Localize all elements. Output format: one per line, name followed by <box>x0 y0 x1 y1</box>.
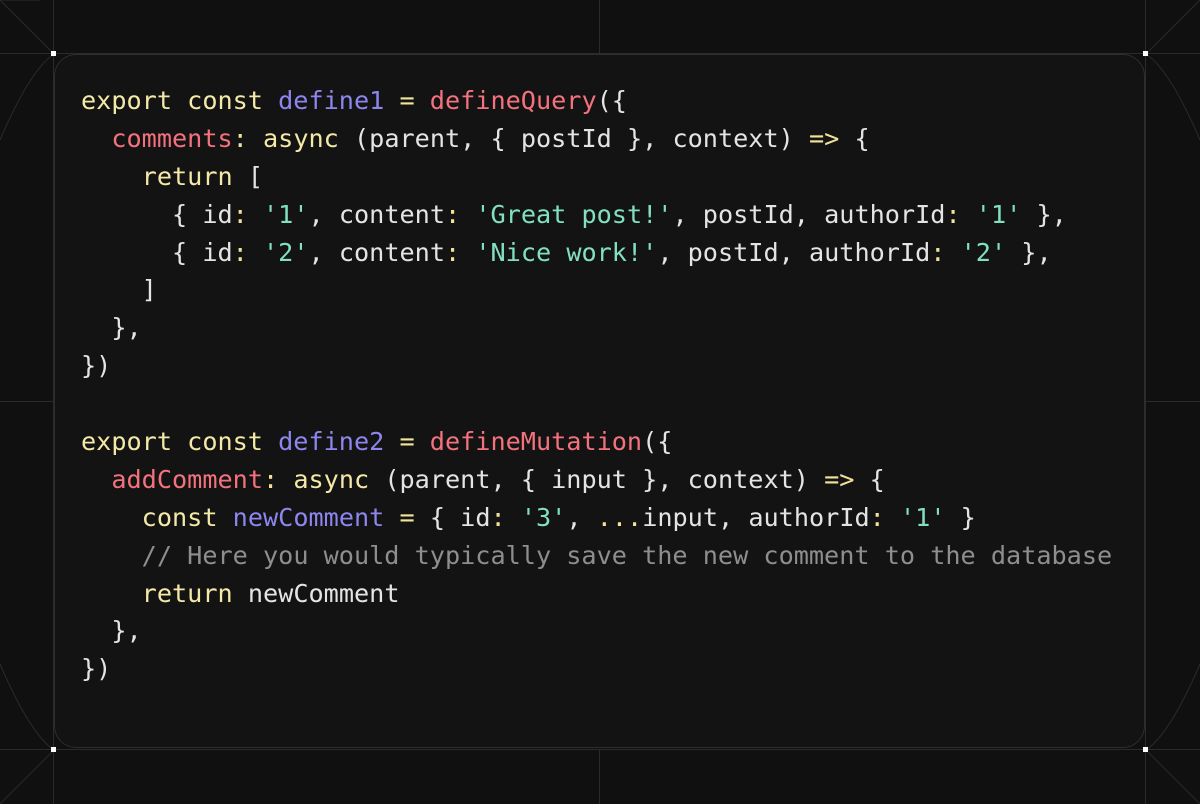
string-token: 'Great post!' <box>475 199 673 229</box>
code-line: return newComment <box>81 575 1112 613</box>
property-token: addComment <box>111 464 263 494</box>
string-token: '1' <box>900 502 946 532</box>
code-line: }, <box>81 612 1112 650</box>
string-token: '2' <box>960 237 1007 267</box>
code-text: } <box>945 502 976 532</box>
operator-token: ... <box>596 502 643 532</box>
code-text: }, <box>1006 237 1052 267</box>
code-text: { id <box>81 199 233 229</box>
operator-token: : <box>232 123 264 153</box>
operator-token: : <box>444 237 476 267</box>
code-line: }) <box>81 650 1112 688</box>
code-line: }, <box>81 309 1112 347</box>
code-text: }) <box>81 351 112 381</box>
code-line: return [ <box>81 158 1112 196</box>
operator-token: : <box>945 199 976 229</box>
keyword-token: async <box>263 123 339 153</box>
corner-marker-bottom-left <box>51 747 56 752</box>
punctuation-token: ({ <box>596 86 627 115</box>
string-token: '1' <box>975 199 1022 229</box>
function-name-token: defineQuery <box>429 86 597 115</box>
code-text: newComment <box>232 578 400 608</box>
code-text: , postId, authorId <box>672 199 946 229</box>
code-text: { <box>839 123 870 153</box>
operator-token: : <box>490 502 521 532</box>
code-text: }, <box>1021 199 1067 229</box>
operator-token: : <box>930 237 961 267</box>
code-line: { id: '2', content: 'Nice work!', postId… <box>81 234 1112 272</box>
code-line: // Here you would typically save the new… <box>81 537 1113 575</box>
property-token: comments <box>111 123 233 153</box>
operator-token: : <box>869 502 900 532</box>
keyword-token: export const <box>81 427 279 457</box>
keyword-token: const <box>141 502 218 532</box>
code-text: input, authorId <box>642 502 870 532</box>
code-text: , <box>566 502 597 532</box>
code-line: export const define2 = defineMutation({ <box>81 423 1112 461</box>
operator-token: : <box>232 237 263 267</box>
string-token: '1' <box>263 199 309 229</box>
string-token: '2' <box>263 237 309 267</box>
code-line: addComment: async (parent, { input }, co… <box>81 461 1112 499</box>
code-text: }, <box>81 313 142 343</box>
code-block: export const define1 = defineQuery({ com… <box>81 82 1112 688</box>
code-line: { id: '1', content: 'Great post!', postI… <box>81 196 1112 234</box>
code-text: (parent, { input }, context) <box>369 464 825 494</box>
comment-token: // Here you would typically save the new… <box>141 540 1113 570</box>
code-text: [ <box>232 161 264 191</box>
identifier-token: define2 <box>278 427 385 457</box>
keyword-token: return <box>141 578 233 608</box>
code-line: comments: async (parent, { postId }, con… <box>81 120 1112 158</box>
operator-token: => <box>808 123 840 153</box>
identifier-token: define1 <box>278 86 385 115</box>
keyword-token: return <box>141 161 233 191</box>
keyword-token: async <box>293 464 370 494</box>
operator-token: : <box>263 464 294 494</box>
code-text: { id <box>429 502 491 532</box>
code-text: { id <box>81 237 233 267</box>
code-text: , postId, authorId <box>657 237 931 267</box>
operator-token: = <box>384 502 430 532</box>
code-text: , content <box>308 237 445 267</box>
code-line: ] <box>81 271 1112 309</box>
operator-token: = <box>384 427 430 457</box>
code-line: }) <box>81 347 1112 385</box>
function-name-token: defineMutation <box>429 427 643 457</box>
code-text: }) <box>81 654 112 684</box>
code-text: ] <box>81 275 157 305</box>
keyword-token: export const <box>81 86 279 115</box>
code-line: export const define1 = defineQuery({ <box>81 82 1112 120</box>
code-text: , content <box>308 199 445 229</box>
operator-token: : <box>444 199 476 229</box>
operator-token: : <box>232 199 263 229</box>
corner-marker-bottom-right <box>1143 747 1148 752</box>
identifier-token: newComment <box>232 502 385 532</box>
corner-marker-top-right <box>1143 51 1148 56</box>
string-token: 'Nice work!' <box>475 237 658 267</box>
code-text: (parent, { postId }, context) <box>338 123 809 153</box>
punctuation-token: ({ <box>642 427 673 457</box>
code-text: }, <box>81 616 142 646</box>
operator-token: = <box>384 86 430 115</box>
string-token: '3' <box>520 502 567 532</box>
code-text: { <box>854 464 885 494</box>
operator-token: => <box>824 464 855 494</box>
canvas: export const define1 = defineQuery({ com… <box>0 0 1200 804</box>
corner-marker-top-left <box>51 51 56 56</box>
code-line: const newComment = { id: '3', ...input, … <box>81 499 1112 537</box>
